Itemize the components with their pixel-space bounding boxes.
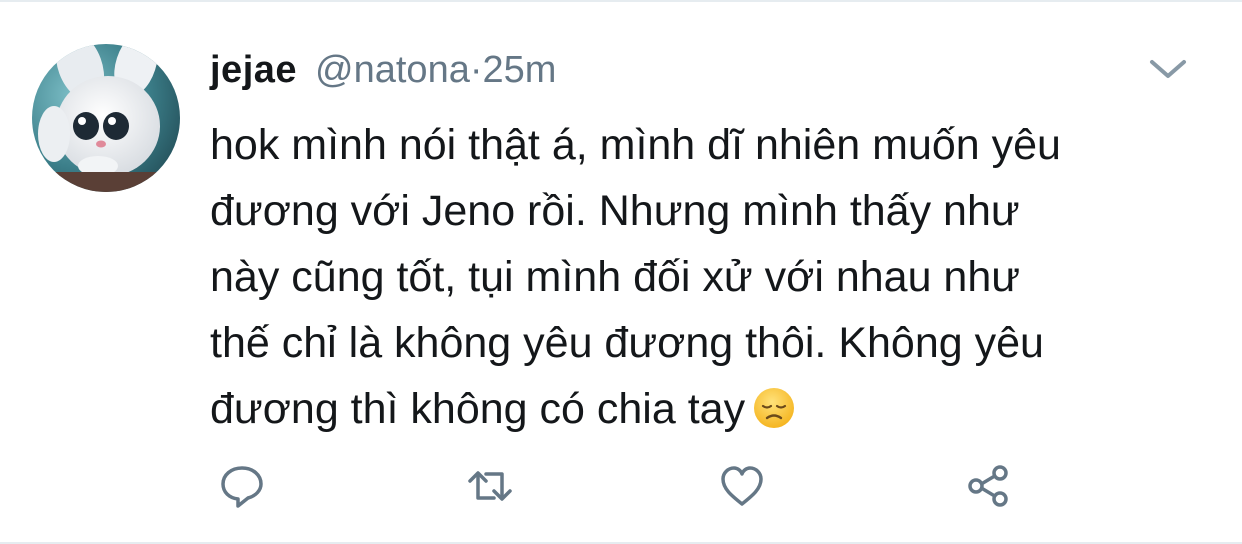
separator-dot: · [469, 48, 483, 91]
tweet-line-text: đương thì không có chia tay [210, 385, 746, 433]
tweet-text: hok mình nói thật á, mình dĩ nhiên muốn … [210, 112, 1220, 442]
tweet-header: jejae @natona · 25m [210, 40, 556, 100]
tweet-line: này cũng tốt, tụi mình đối xử với nhau n… [210, 253, 1021, 301]
avatar[interactable] [32, 44, 180, 192]
user-handle[interactable]: @natona [315, 49, 470, 92]
tweet-line: hok mình nói thật á, mình dĩ nhiên muốn … [210, 121, 1061, 169]
timestamp[interactable]: 25m [483, 49, 557, 92]
tweet-line-last: đương thì không có chia tay [210, 376, 1220, 442]
chevron-down-icon[interactable] [1146, 54, 1190, 84]
disappointed-face-emoji [753, 382, 795, 428]
retweet-icon[interactable] [466, 462, 514, 510]
heart-icon[interactable] [718, 462, 766, 510]
share-icon[interactable] [964, 462, 1012, 510]
display-name[interactable]: jejae [210, 49, 297, 92]
tweet-line: thế chỉ là không yêu đương thôi. Không y… [210, 319, 1044, 367]
reply-icon[interactable] [218, 462, 266, 510]
tweet-line: đương với Jeno rồi. Nhưng mình thấy như [210, 187, 1020, 235]
top-divider [0, 0, 1242, 2]
